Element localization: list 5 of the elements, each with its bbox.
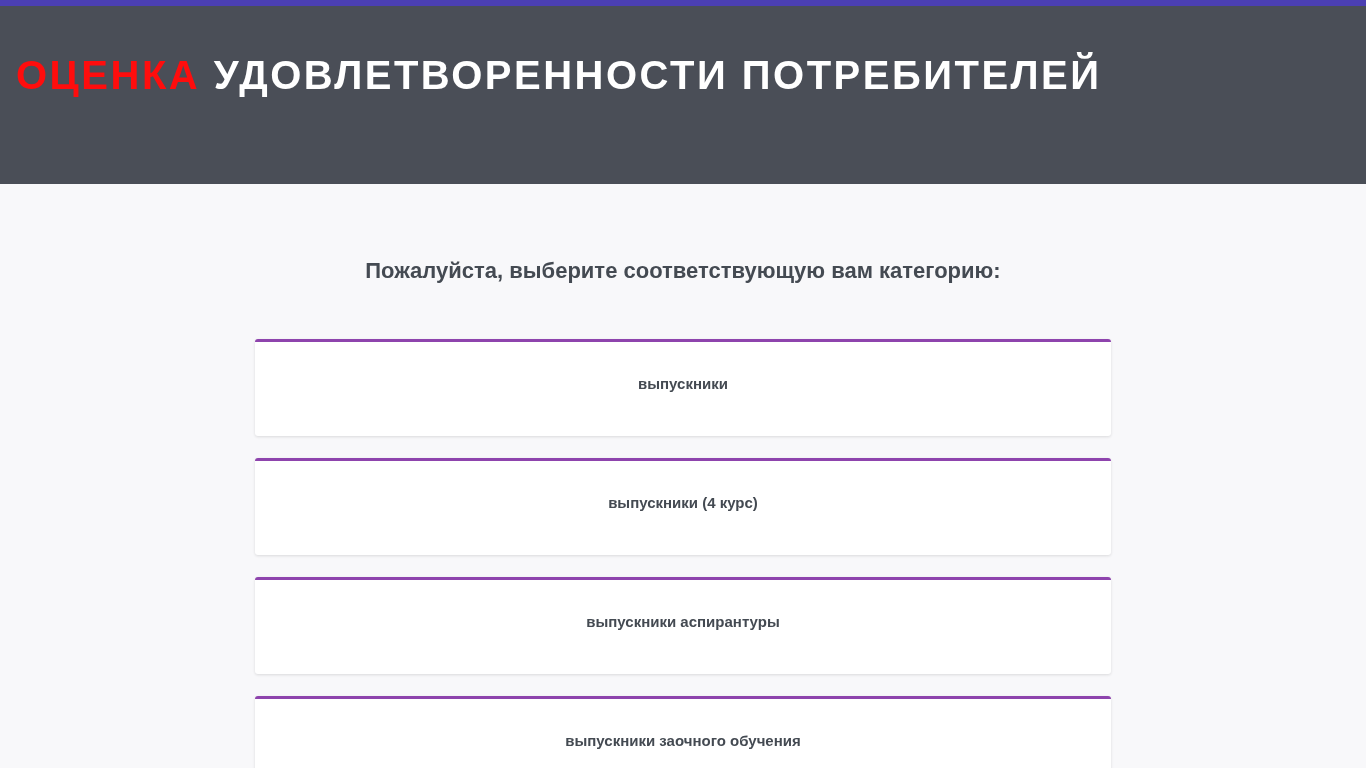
category-card[interactable]: выпускники (4 курс) bbox=[255, 458, 1111, 555]
category-prompt: Пожалуйста, выберите соответствующую вам категорию: bbox=[365, 257, 1001, 285]
category-card[interactable]: выпускники bbox=[255, 339, 1111, 436]
category-card[interactable]: выпускники аспирантуры bbox=[255, 577, 1111, 674]
category-card[interactable]: выпускники заочного обучения bbox=[255, 696, 1111, 768]
